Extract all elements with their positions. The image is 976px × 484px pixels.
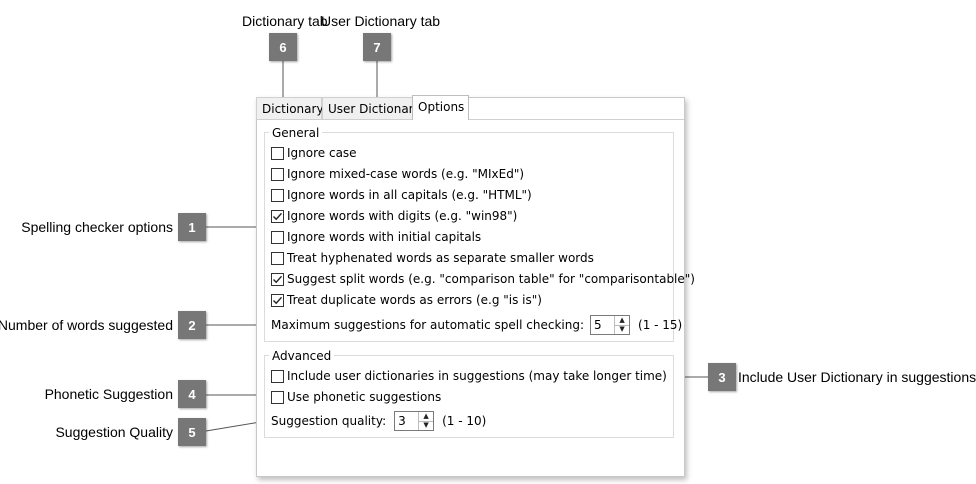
check-icon <box>273 212 283 220</box>
spin-down-icon[interactable]: ▼ <box>419 420 434 431</box>
max-suggestions-value[interactable]: 5 <box>591 316 614 334</box>
advanced-group-title: Advanced <box>269 349 335 363</box>
callout-badge-3: 3 <box>708 363 736 391</box>
option-ignore-case[interactable]: Ignore case <box>271 144 357 162</box>
option-label: Treat duplicate words as errors (e.g "is… <box>287 293 542 307</box>
ignore-mixed-case-checkbox[interactable] <box>271 167 284 181</box>
suggestion-quality-value[interactable]: 3 <box>395 412 418 430</box>
max-suggestions-range: (1 - 15) <box>638 318 683 332</box>
tab-options[interactable]: Options <box>412 95 469 120</box>
spin-up-icon[interactable]: ▲ <box>615 316 629 325</box>
callout-label-2: Number of words suggested <box>0 317 173 333</box>
option-label: Ignore words in all capitals (e.g. "HTML… <box>287 188 532 202</box>
ignore-case-checkbox[interactable] <box>271 146 284 160</box>
callout-badge-1: 1 <box>178 213 206 241</box>
option-label: Ignore words with initial capitals <box>287 230 482 244</box>
general-group-title: General <box>269 126 323 140</box>
callout-badge-2: 2 <box>178 311 206 339</box>
callout-label-1: Spelling checker options <box>21 219 173 235</box>
callout-label-4: Phonetic Suggestion <box>44 386 173 402</box>
option-label: Treat hyphenated words as separate small… <box>287 251 594 265</box>
callout-label-7: User Dictionary tab <box>321 13 441 29</box>
option-label: Ignore mixed-case words (e.g. "MIxEd") <box>287 167 525 181</box>
max-suggestions-spinner[interactable]: 5 ▲ ▼ <box>590 315 631 335</box>
spin-down-icon[interactable]: ▼ <box>615 324 630 335</box>
max-suggestions-row: Maximum suggestions for automatic spell … <box>271 314 682 336</box>
suggestion-quality-range: (1 - 10) <box>442 414 487 428</box>
callout-label-3: Include User Dictionary in suggestions <box>738 369 976 385</box>
tab-dictionary[interactable]: Dictionary <box>256 97 324 119</box>
option-ignore-all-capitals[interactable]: Ignore words in all capitals (e.g. "HTML… <box>271 186 532 204</box>
max-suggestions-label: Maximum suggestions for automatic spell … <box>271 318 585 332</box>
option-label: Ignore words with digits (e.g. "win98") <box>287 209 518 223</box>
check-icon <box>273 296 283 304</box>
hyphenated-words-checkbox[interactable] <box>271 251 284 265</box>
option-phonetic-suggestions[interactable]: Use phonetic suggestions <box>271 388 441 406</box>
suggestion-quality-row: Suggestion quality: 3 ▲ ▼ (1 - 10) <box>271 410 486 432</box>
tab-user-dictionary[interactable]: User Dictionary <box>322 97 421 119</box>
callout-label-6: Dictionary tab <box>242 13 328 29</box>
ignore-digits-checkbox[interactable] <box>271 209 284 223</box>
option-label: Use phonetic suggestions <box>287 390 442 404</box>
option-duplicate-words[interactable]: Treat duplicate words as errors (e.g "is… <box>271 291 542 309</box>
option-ignore-digits[interactable]: Ignore words with digits (e.g. "win98") <box>271 207 517 225</box>
callout-badge-6: 6 <box>269 33 297 61</box>
suggest-split-words-checkbox[interactable] <box>271 272 284 286</box>
callout-badge-7: 7 <box>363 33 391 61</box>
option-label: Suggest split words (e.g. "comparison ta… <box>287 272 695 286</box>
option-suggest-split-words[interactable]: Suggest split words (e.g. "comparison ta… <box>271 270 695 288</box>
check-icon <box>273 275 283 283</box>
option-include-user-dictionaries[interactable]: Include user dictionaries in suggestions… <box>271 367 667 385</box>
ignore-all-capitals-checkbox[interactable] <box>271 188 284 202</box>
callout-badge-5: 5 <box>178 418 206 446</box>
spin-up-icon[interactable]: ▲ <box>419 412 433 421</box>
phonetic-suggestions-checkbox[interactable] <box>271 390 284 404</box>
option-hyphenated-words[interactable]: Treat hyphenated words as separate small… <box>271 249 594 267</box>
callout-badge-4: 4 <box>178 380 206 408</box>
option-label: Include user dictionaries in suggestions… <box>287 369 667 383</box>
duplicate-words-checkbox[interactable] <box>271 293 284 307</box>
suggestion-quality-label: Suggestion quality: <box>271 414 387 428</box>
suggestion-quality-spinner[interactable]: 3 ▲ ▼ <box>394 411 435 431</box>
option-label: Ignore case <box>287 146 357 160</box>
callout-label-5: Suggestion Quality <box>55 424 173 440</box>
option-ignore-initial-capitals[interactable]: Ignore words with initial capitals <box>271 228 481 246</box>
option-ignore-mixed-case[interactable]: Ignore mixed-case words (e.g. "MIxEd") <box>271 165 524 183</box>
ignore-initial-capitals-checkbox[interactable] <box>271 230 284 244</box>
include-user-dictionaries-checkbox[interactable] <box>271 369 284 383</box>
